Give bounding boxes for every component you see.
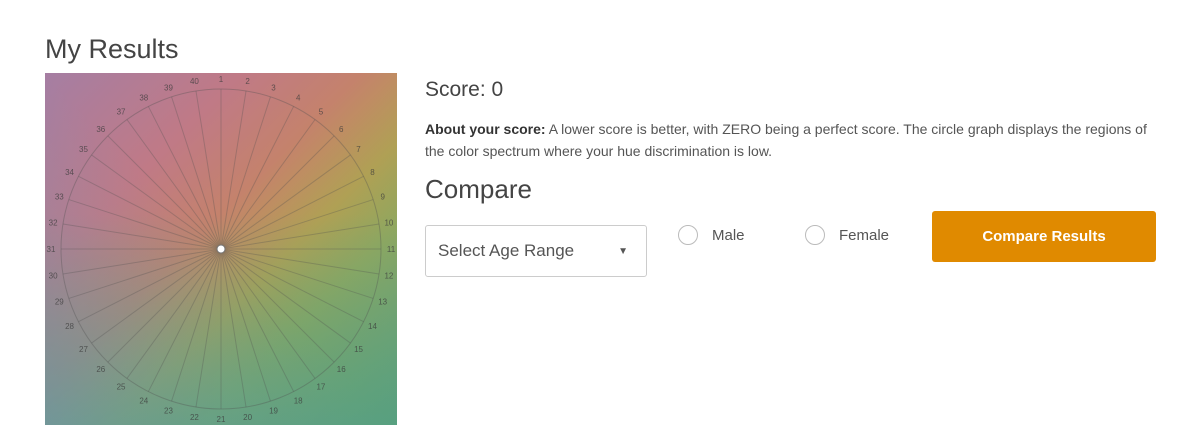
wheel-spoke — [220, 248, 374, 299]
dropdown-caret-icon: ▼ — [618, 245, 628, 257]
wheel-segment-label: 5 — [319, 107, 324, 116]
wheel-spoke — [68, 248, 222, 299]
wheel-spoke — [107, 248, 222, 363]
wheel-spoke — [171, 96, 222, 250]
wheel-segment-label: 15 — [354, 345, 363, 354]
wheel-spoke — [220, 199, 374, 250]
radio-male[interactable]: Male — [678, 225, 745, 245]
wheel-segment-label: 40 — [190, 77, 199, 86]
compare-heading: Compare — [425, 174, 532, 204]
wheel-segment-label: 17 — [316, 383, 325, 392]
age-range-selected: Select Age Range — [438, 241, 575, 260]
female-radio-button[interactable] — [805, 225, 825, 245]
wheel-spoke — [220, 135, 335, 250]
wheel-graph: 1 234567891011121314151617181920212223242… — [47, 75, 396, 424]
wheel-segment-label: 24 — [139, 396, 148, 405]
wheel-segment-label: 33 — [55, 192, 64, 201]
radio-female[interactable]: Female — [805, 225, 889, 245]
wheel-segment-label: 31 — [47, 245, 56, 254]
wheel-spoke — [107, 135, 222, 250]
female-radio-label: Female — [839, 226, 890, 244]
wheel-segment-label: 21 — [217, 415, 226, 424]
wheel-segment-label: 14 — [368, 322, 377, 331]
wheel-segment-label: 38 — [139, 94, 148, 103]
wheel-segment-label: 4 — [296, 94, 301, 103]
wheel-segment-label: 30 — [49, 272, 58, 281]
male-radio-label: Male — [712, 226, 745, 244]
wheel-segment-label: 16 — [337, 365, 346, 374]
wheel-segment-label: 34 — [65, 168, 74, 177]
wheel-segment-label: 9 — [380, 192, 385, 201]
wheel-spoke — [220, 248, 271, 402]
wheel-segment-label: 18 — [294, 396, 303, 405]
wheel-spoke — [220, 248, 335, 363]
wheel-spoke — [220, 96, 271, 250]
wheel-score-point — [216, 244, 226, 254]
wheel-spoke — [91, 154, 222, 250]
wheel-segment-label: 10 — [384, 218, 393, 227]
page-title: My Results — [45, 34, 179, 64]
wheel-segment-label: 2 — [245, 77, 250, 86]
compare-results-button[interactable]: Compare Results — [932, 211, 1156, 262]
wheel-segment-label: 8 — [370, 168, 375, 177]
wheel-segment-label: 19 — [269, 407, 278, 416]
wheel-spoke — [220, 248, 316, 379]
about-score-text: About your score: A lower score is bette… — [425, 118, 1155, 162]
wheel-segment-label: 39 — [164, 83, 173, 92]
wheel-spoke — [171, 248, 222, 402]
wheel-spoke — [126, 119, 222, 250]
wheel-segment-label: 6 — [339, 125, 344, 134]
wheel-segment-label: 1 — [219, 75, 224, 84]
wheel-segment-label: 26 — [96, 365, 105, 374]
wheel-segment-label: 37 — [117, 107, 126, 116]
wheel-segment-label: 25 — [117, 383, 126, 392]
wheel-segment-label: 7 — [356, 145, 361, 154]
wheel-spoke — [126, 248, 222, 379]
age-range-select[interactable]: Select Age Range ▼ — [425, 225, 647, 277]
wheel-segment-label: 22 — [190, 413, 199, 422]
score-text: Score: 0 — [425, 78, 504, 101]
wheel-segment-label: 20 — [243, 413, 252, 422]
wheel-segment-label: 13 — [378, 298, 387, 307]
about-score-label: About your score: — [425, 121, 546, 137]
wheel-spoke — [68, 199, 222, 250]
wheel-segment-label: 28 — [65, 322, 74, 331]
wheel-segment-label: 12 — [384, 272, 393, 281]
wheel-segment-label: 32 — [49, 218, 58, 227]
wheel-segment-label: 36 — [96, 125, 105, 134]
wheel-spoke — [220, 119, 316, 250]
wheel-segment-label: 3 — [271, 83, 276, 92]
wheel-spoke — [220, 154, 351, 250]
wheel-segment-label: 23 — [164, 407, 173, 416]
wheel-segment-label: 29 — [55, 298, 64, 307]
hue-results-wheel: 1 2 3 4 5 6 7 8 9 10 11 12 13 14 15 16 17 18 19 20 21 22 23 24 2… — [45, 73, 397, 425]
wheel-segment-label: 35 — [79, 145, 88, 154]
wheel-spoke — [91, 248, 222, 344]
wheel-spoke — [220, 248, 351, 344]
wheel-segment-label: 27 — [79, 345, 88, 354]
wheel-segment-label: 11 — [387, 245, 396, 254]
male-radio-button[interactable] — [678, 225, 698, 245]
